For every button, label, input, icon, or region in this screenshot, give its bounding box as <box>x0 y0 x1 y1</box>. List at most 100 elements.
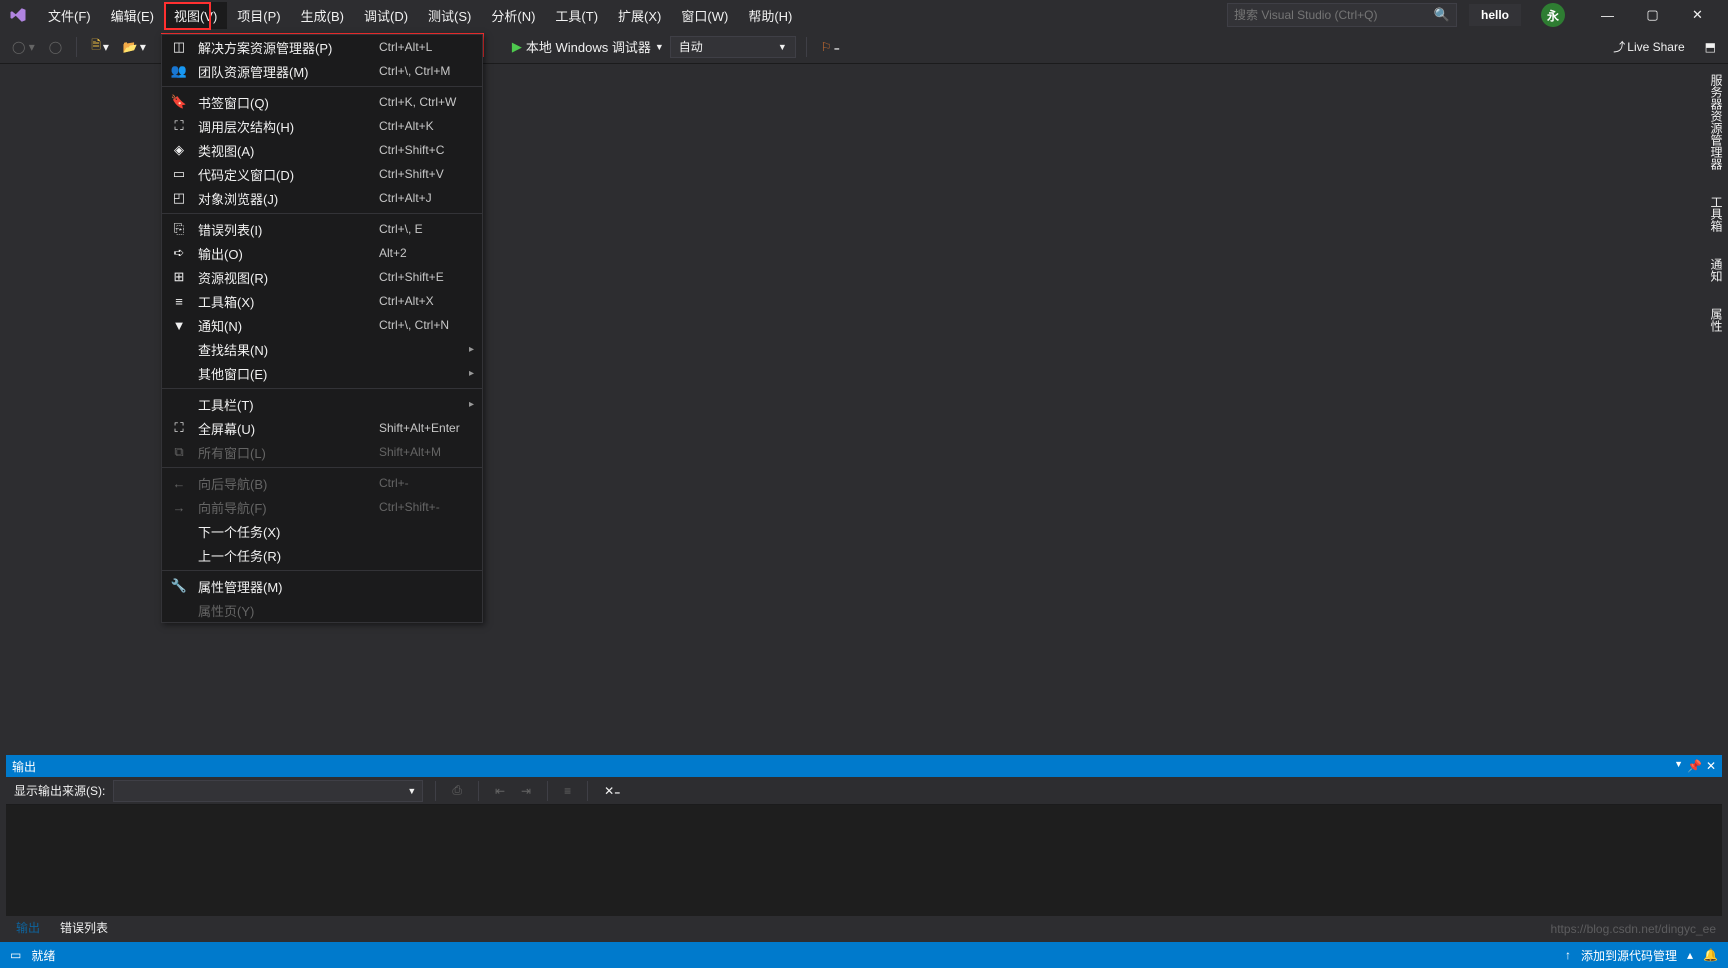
menu-view[interactable]: 视图(V) <box>164 2 227 29</box>
menu-item-label: 属性页(Y) <box>198 601 369 620</box>
view-menu-item[interactable]: 查找结果(N) <box>162 337 482 361</box>
menu-item-label: 通知(N) <box>198 316 369 335</box>
menu-item-label: 上一个任务(R) <box>198 546 369 565</box>
status-up-caret[interactable]: ▴ <box>1687 948 1693 962</box>
menu-item-icon: ◰ <box>170 190 188 206</box>
search-input[interactable]: 🔍 <box>1227 3 1457 27</box>
menu-item-shortcut: Alt+2 <box>379 246 474 260</box>
tab-toolbox[interactable]: 工具箱 <box>1704 186 1728 242</box>
start-debug-icon[interactable]: ▶ <box>512 39 522 55</box>
menu-item-icon: ▭ <box>170 166 188 182</box>
output-text-area[interactable] <box>6 805 1722 916</box>
status-up-icon[interactable]: ↑ <box>1565 948 1571 962</box>
menu-item-label: 书签窗口(Q) <box>198 93 369 112</box>
output-btn-3[interactable]: ⇥ <box>517 781 535 801</box>
tab-notifications[interactable]: 通知 <box>1704 248 1728 292</box>
new-project-button[interactable]: 🗎 ▾ <box>87 33 113 60</box>
tab-server-explorer[interactable]: 服务器资源管理器 <box>1704 64 1728 180</box>
menu-file[interactable]: 文件(F) <box>38 2 101 29</box>
menu-item-icon: ▼ <box>170 318 188 333</box>
output-btn-1[interactable]: ⎙ <box>448 780 466 801</box>
output-toolbar: 显示输出来源(S): ▼ ⎙ ⇤ ⇥ ≡ ✕₌ <box>6 777 1722 805</box>
window-controls: ― ▢ ✕ <box>1585 1 1720 29</box>
output-pin-icon[interactable]: 📌 <box>1687 759 1702 773</box>
menu-item-shortcut: Ctrl+Alt+J <box>379 191 474 205</box>
menu-item-icon: ◫ <box>170 39 188 55</box>
view-menu-item[interactable]: ◈类视图(A)Ctrl+Shift+C <box>162 138 482 162</box>
menu-item-shortcut: Ctrl+K, Ctrl+W <box>379 95 474 109</box>
status-notify-icon[interactable]: 🔔 <box>1703 948 1718 962</box>
view-menu-item[interactable]: 下一个任务(X) <box>162 519 482 543</box>
close-button[interactable]: ✕ <box>1675 1 1720 29</box>
search-field[interactable] <box>1234 8 1434 22</box>
output-dropdown-icon[interactable]: ▼ <box>1674 759 1683 773</box>
menu-item-icon: ◈ <box>170 142 188 158</box>
tab-output[interactable]: 输出 <box>6 917 50 938</box>
menu-item-shortcut: Shift+Alt+M <box>379 445 474 459</box>
view-menu-item[interactable]: ⊞资源视图(R)Ctrl+Shift+E <box>162 265 482 289</box>
output-source-label: 显示输出来源(S): <box>14 782 105 799</box>
view-menu-item[interactable]: ⛶调用层次结构(H)Ctrl+Alt+K <box>162 114 482 138</box>
menu-item-label: 全屏幕(U) <box>198 419 369 438</box>
menu-item-shortcut: Ctrl+Alt+L <box>379 40 474 54</box>
tab-error-list[interactable]: 错误列表 <box>50 917 118 938</box>
menu-item-label: 工具箱(X) <box>198 292 369 311</box>
view-menu-item[interactable]: ≡工具箱(X)Ctrl+Alt+X <box>162 289 482 313</box>
menu-build[interactable]: 生成(B) <box>291 2 354 29</box>
menu-item-shortcut: Ctrl+Shift+C <box>379 143 474 157</box>
nav-back-button[interactable]: ◯ ▾ <box>8 37 39 57</box>
status-add-source[interactable]: 添加到源代码管理 <box>1581 947 1677 964</box>
menu-test[interactable]: 测试(S) <box>418 2 481 29</box>
nav-forward-button[interactable]: ◯ <box>45 37 66 57</box>
output-header[interactable]: 输出 ▼ 📌 ✕ <box>6 755 1722 777</box>
view-menu-item[interactable]: ◫解决方案资源管理器(P)Ctrl+Alt+L <box>162 35 482 59</box>
view-menu-item[interactable]: 🔧属性管理器(M) <box>162 574 482 598</box>
view-menu-item[interactable]: ⛶全屏幕(U)Shift+Alt+Enter <box>162 416 482 440</box>
menu-item-label: 向后导航(B) <box>198 474 369 493</box>
menu-analyze[interactable]: 分析(N) <box>481 2 545 29</box>
tab-properties[interactable]: 属性 <box>1704 298 1728 342</box>
solution-name-badge: hello <box>1469 4 1521 26</box>
feedback-button[interactable]: ⬒ <box>1701 37 1720 57</box>
view-menu-item[interactable]: ⎘错误列表(I)Ctrl+\, E <box>162 217 482 241</box>
minimize-button[interactable]: ― <box>1585 1 1630 29</box>
menu-debug[interactable]: 调试(D) <box>354 2 418 29</box>
output-btn-2[interactable]: ⇤ <box>491 781 509 801</box>
menu-item-label: 所有窗口(L) <box>198 443 369 462</box>
menu-item-shortcut: Ctrl+Alt+K <box>379 119 474 133</box>
live-share-button[interactable]: ⤴ Live Share <box>1609 35 1688 58</box>
maximize-button[interactable]: ▢ <box>1630 1 1675 29</box>
menu-extensions[interactable]: 扩展(X) <box>608 2 671 29</box>
open-file-button[interactable]: 📂 ▾ <box>119 37 150 57</box>
config-combo[interactable]: 自动 ▼ <box>670 36 796 58</box>
menu-tools[interactable]: 工具(T) <box>545 2 608 29</box>
user-avatar[interactable]: 永 <box>1541 3 1565 27</box>
view-menu-item[interactable]: 工具栏(T) <box>162 392 482 416</box>
debug-target-label[interactable]: 本地 Windows 调试器 <box>526 37 651 56</box>
right-panel-tabs: 服务器资源管理器 工具箱 通知 属性 <box>1704 64 1728 753</box>
debug-target-dropdown[interactable]: ▼ <box>655 42 664 52</box>
menu-edit[interactable]: 编辑(E) <box>101 2 164 29</box>
menu-item-label: 代码定义窗口(D) <box>198 165 369 184</box>
output-close-icon[interactable]: ✕ <box>1706 759 1716 773</box>
menu-window[interactable]: 窗口(W) <box>671 2 738 29</box>
view-menu-item[interactable]: 其他窗口(E) <box>162 361 482 385</box>
output-source-combo[interactable]: ▼ <box>113 780 423 802</box>
toolbar-extra-button[interactable]: ⚐ ₌ <box>817 37 844 57</box>
view-menu-item[interactable]: ◰对象浏览器(J)Ctrl+Alt+J <box>162 186 482 210</box>
output-btn-5[interactable]: ✕₌ <box>600 781 624 801</box>
view-menu-item[interactable]: ▭代码定义窗口(D)Ctrl+Shift+V <box>162 162 482 186</box>
view-menu-item[interactable]: 👥团队资源管理器(M)Ctrl+\, Ctrl+M <box>162 59 482 83</box>
menu-item-icon: ⊞ <box>170 269 188 285</box>
menu-item-label: 向前导航(F) <box>198 498 369 517</box>
output-btn-4[interactable]: ≡ <box>560 781 575 801</box>
view-menu-item[interactable]: ➪输出(O)Alt+2 <box>162 241 482 265</box>
view-menu-item[interactable]: 🔖书签窗口(Q)Ctrl+K, Ctrl+W <box>162 90 482 114</box>
view-menu-item[interactable]: 上一个任务(R) <box>162 543 482 567</box>
menu-project[interactable]: 项目(P) <box>227 2 290 29</box>
view-menu-item[interactable]: ▼通知(N)Ctrl+\, Ctrl+N <box>162 313 482 337</box>
menu-item-icon: ⛶ <box>170 118 188 134</box>
menu-help[interactable]: 帮助(H) <box>738 2 802 29</box>
output-panel: 输出 ▼ 📌 ✕ 显示输出来源(S): ▼ ⎙ ⇤ ⇥ ≡ ✕₌ 输出 错误列表 <box>6 755 1722 938</box>
menu-item-icon: ➪ <box>170 245 188 261</box>
